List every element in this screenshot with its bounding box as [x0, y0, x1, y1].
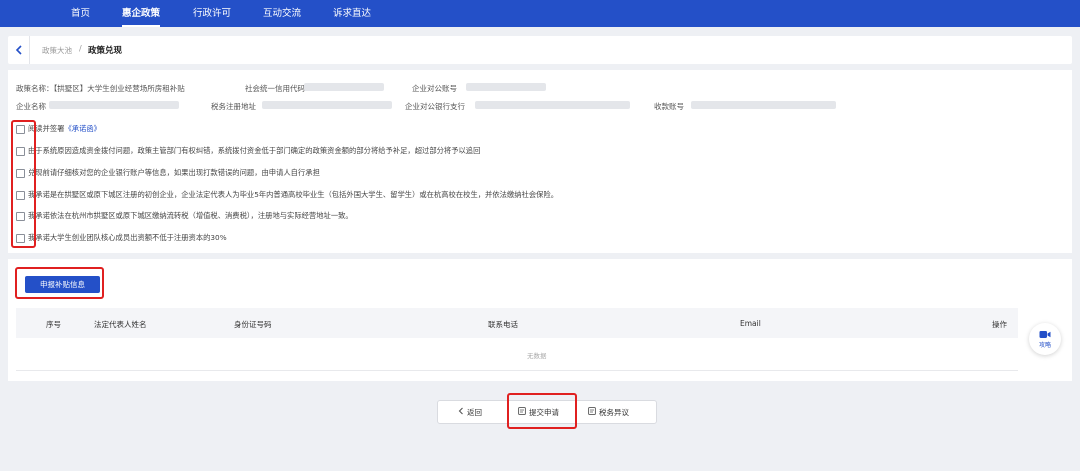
breadcrumb-separator: / — [79, 44, 82, 53]
back-action-button[interactable]: 返回 — [458, 401, 482, 423]
guide-float-button[interactable]: 攻略 — [1029, 323, 1061, 355]
policy-info-panel: 政策名称：【拱墅区】大学生创业经营场所房租补贴 社会统一信用代码 企业对公账号 … — [8, 70, 1072, 253]
promise-letter-link[interactable]: 《承诺函》 — [64, 124, 100, 133]
company-name-label: 企业名称 — [16, 102, 46, 111]
company-name-value — [49, 101, 179, 109]
credit-code-value — [304, 83, 384, 91]
apply-subsidy-button[interactable]: 申报补贴信息 — [25, 276, 100, 293]
video-camera-icon — [1039, 330, 1051, 338]
corp-account-label: 企业对公账号 — [412, 84, 457, 93]
commitment-text: 我承诺依法在杭州市拱墅区或原下城区缴纳流转税（增值税、消费税），注册地与实际经营… — [28, 211, 353, 220]
submit-label: 提交申请 — [529, 407, 559, 417]
commitment-item: 兑现前请仔细核对您的企业银行账户等信息，如果出现打款错误的问题，由申请人自行承担 — [16, 167, 320, 179]
document-icon — [518, 407, 526, 417]
column-header-id: 身份证号码 — [234, 320, 272, 329]
commitment-checkbox[interactable] — [16, 233, 25, 243]
column-header-email: Email — [740, 319, 761, 328]
submit-application-button[interactable]: 提交申请 — [518, 401, 559, 423]
nav-item-home[interactable]: 首页 — [71, 0, 90, 27]
commitment-checkbox[interactable] — [16, 168, 25, 178]
commitment-item: 我承诺依法在杭州市拱墅区或原下城区缴纳流转税（增值税、消费税），注册地与实际经营… — [16, 210, 353, 222]
back-button[interactable] — [8, 36, 30, 64]
corp-account-value — [466, 83, 546, 91]
commitment-text: 兑现前请仔细核对您的企业银行账户等信息，如果出现打款错误的问题，由申请人自行承担 — [28, 168, 320, 177]
commitment-checkbox[interactable] — [16, 124, 25, 134]
column-header-name: 法定代表人姓名 — [94, 320, 147, 329]
tax-address-value — [262, 101, 392, 109]
empty-text: 无数据 — [527, 352, 547, 360]
tax-objection-label: 税务异议 — [599, 407, 629, 417]
commitment-item: 阅读并签署《承诺函》 — [16, 123, 101, 135]
breadcrumb: 政策大池 / 政策兑现 — [8, 36, 1072, 64]
commitment-item: 我承诺是在拱墅区或原下城区注册的初创企业，企业法定代表人为毕业5年内普通高校毕业… — [16, 189, 558, 201]
credit-code-label: 社会统一信用代码 — [245, 84, 305, 93]
subsidy-info-panel: 申报补贴信息 序号 法定代表人姓名 身份证号码 联系电话 Email 操作 无数… — [8, 259, 1072, 381]
column-header-phone: 联系电话 — [488, 320, 518, 329]
nav-item-appeal[interactable]: 诉求直达 — [333, 0, 371, 27]
tax-objection-button[interactable]: 税务异议 — [588, 401, 629, 423]
tax-address-label: 税务注册地址 — [211, 102, 256, 111]
commitment-item: 由于系统原因造成资金拨付问题，政策主管部门有权纠错，系统拨付资金低于部门确定的政… — [16, 145, 480, 157]
guide-label: 攻略 — [1038, 341, 1051, 349]
nav-item-interaction[interactable]: 互动交流 — [263, 0, 301, 27]
table-header: 序号 法定代表人姓名 身份证号码 联系电话 Email 操作 — [16, 308, 1018, 338]
commitment-checkbox[interactable] — [16, 190, 25, 200]
chevron-left-icon — [15, 45, 22, 55]
commitment-checkbox[interactable] — [16, 211, 25, 221]
column-header-action: 操作 — [992, 320, 1007, 329]
receive-account-value — [691, 101, 836, 109]
nav-item-license[interactable]: 行政许可 — [193, 0, 231, 27]
back-label: 返回 — [467, 407, 482, 417]
footer-actions: 返回 提交申请 税务异议 — [437, 400, 657, 424]
commitment-text: 由于系统原因造成资金拨付问题，政策主管部门有权纠错，系统拨付资金低于部门确定的政… — [28, 146, 481, 155]
corp-bank-value — [475, 101, 630, 109]
commitment-text: 我承诺是在拱墅区或原下城区注册的初创企业，企业法定代表人为毕业5年内普通高校毕业… — [28, 190, 559, 199]
nav-item-policy[interactable]: 惠企政策 — [122, 0, 161, 27]
commitment-text: 我承诺大学生创业团队核心成员出资额不低于注册资本的30% — [28, 233, 227, 242]
table-empty-row: 无数据 — [16, 338, 1018, 371]
top-navigation: 首页 惠企政策 行政许可 互动交流 诉求直达 — [0, 0, 1080, 27]
column-header-index: 序号 — [46, 320, 61, 329]
breadcrumb-parent[interactable]: 政策大池 — [42, 45, 72, 56]
commitment-item: 我承诺大学生创业团队核心成员出资额不低于注册资本的30% — [16, 232, 227, 244]
commitment-checkbox[interactable] — [16, 146, 25, 156]
document-icon — [588, 407, 596, 417]
receive-account-label: 收款账号 — [654, 102, 684, 111]
commitment-text: 阅读并签署 — [28, 124, 65, 133]
policy-name: 政策名称：【拱墅区】大学生创业经营场所房租补贴 — [16, 84, 185, 93]
page-title: 政策兑现 — [88, 46, 123, 56]
chevron-left-icon — [458, 407, 464, 417]
corp-bank-label: 企业对公银行支行 — [405, 102, 465, 111]
